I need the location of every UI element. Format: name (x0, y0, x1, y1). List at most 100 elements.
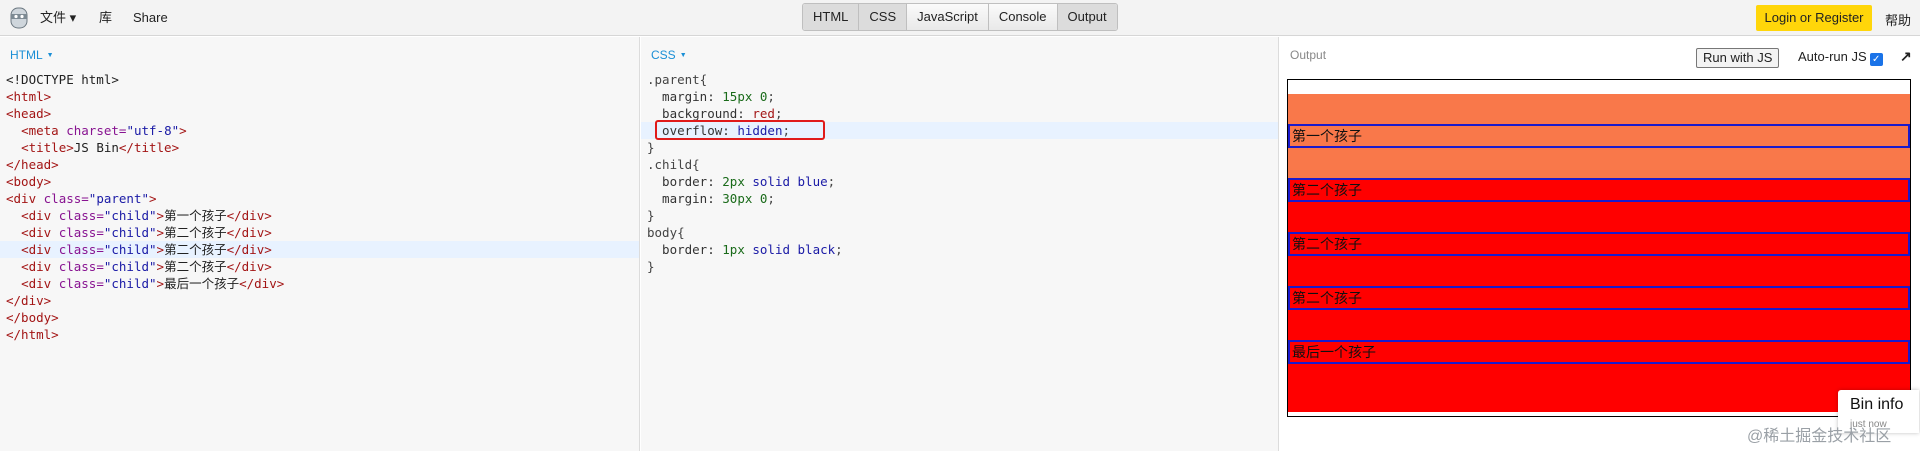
code-line[interactable]: <div class="child">第二个孩子</div> (0, 258, 639, 275)
code-line[interactable]: <head> (0, 105, 639, 122)
code-token: </div> (226, 208, 272, 223)
popout-arrow-icon[interactable]: ↗ (1900, 48, 1912, 65)
code-token: class= (58, 208, 104, 223)
code-token: ; (827, 174, 836, 189)
code-line[interactable]: <meta charset="utf-8"> (0, 122, 639, 139)
code-token: "child" (103, 276, 157, 291)
code-token: 15px 0 (722, 89, 768, 104)
library-menu[interactable]: 库 (99, 10, 112, 26)
code-line[interactable]: </body> (0, 309, 639, 326)
code-token: </div> (226, 242, 272, 257)
css-panel-title[interactable]: CSS ▼ (651, 48, 687, 62)
code-token: JS Bin (73, 140, 119, 155)
code-line[interactable]: } (641, 139, 1278, 156)
code-token: <meta (21, 123, 67, 138)
code-line[interactable]: <div class="child">第二个孩子</div> (0, 224, 639, 241)
code-token: solid blue (744, 174, 828, 189)
autorun-toggle[interactable]: Auto-run JS ✓ (1798, 49, 1883, 66)
code-line[interactable]: body{ (641, 224, 1278, 241)
code-token: </html> (6, 327, 59, 342)
child-block: 第一个孩子 (1288, 124, 1910, 148)
code-token: <head> (6, 106, 52, 121)
code-token: > (179, 123, 187, 138)
dropdown-caret-icon: ▼ (679, 52, 687, 59)
code-token: ; (835, 242, 843, 257)
html-panel-title[interactable]: HTML ▼ (10, 48, 54, 62)
code-line[interactable]: margin: 15px 0; (641, 88, 1278, 105)
code-token: 第二个孩子 (164, 225, 227, 240)
css-editor-panel[interactable]: CSS ▼ .parent{ margin: 15px 0; background… (641, 37, 1279, 451)
code-line[interactable]: </head> (0, 156, 639, 173)
code-line[interactable]: </html> (0, 326, 639, 343)
code-token: > (156, 242, 165, 257)
top-toolbar: 文件 ▾ 库 Share HTML CSS JavaScript Console… (0, 0, 1920, 36)
html-panel-title-label: HTML (10, 48, 43, 62)
code-line[interactable]: margin: 30px 0; (641, 190, 1278, 207)
code-line[interactable]: <!DOCTYPE html> (0, 71, 639, 88)
file-menu[interactable]: 文件 ▾ (40, 10, 76, 26)
tab-javascript[interactable]: JavaScript (907, 4, 989, 30)
code-token: "child" (103, 259, 157, 274)
code-token: <div (6, 191, 44, 206)
code-line[interactable]: <div class="child">最后一个孩子</div> (0, 275, 639, 292)
code-token: border: (647, 174, 723, 189)
code-line[interactable]: <div class="child">第一个孩子</div> (0, 207, 639, 224)
code-line[interactable]: </div> (0, 292, 639, 309)
tab-css[interactable]: CSS (859, 4, 908, 30)
tab-console[interactable]: Console (988, 4, 1058, 30)
code-token: background: (647, 106, 753, 121)
code-token: <body> (6, 174, 52, 189)
code-token: </div> (226, 225, 272, 240)
code-line[interactable]: <title>JS Bin</title> (0, 139, 639, 156)
code-token: "child" (103, 225, 157, 240)
tab-html[interactable]: HTML (803, 4, 860, 30)
code-token: </div> (239, 276, 285, 291)
parent-block: 第一个孩子 第二个孩子 第二个孩子 第二个孩子 最后一个孩子 (1288, 94, 1910, 412)
css-code-area[interactable]: .parent{ margin: 15px 0; background: red… (641, 71, 1278, 275)
code-token: body{ (647, 225, 685, 240)
code-line[interactable]: <div class="child">第二个孩子</div> (0, 241, 639, 258)
code-line[interactable]: border: 2px solid blue; (641, 173, 1278, 190)
tab-output[interactable]: Output (1057, 4, 1117, 30)
html-code-area[interactable]: <!DOCTYPE html> <html> <head> <meta charse… (0, 71, 639, 343)
code-line[interactable]: overflow: hidden; (641, 122, 1278, 139)
code-token: <div (21, 225, 59, 240)
code-token: > (156, 225, 165, 240)
code-line[interactable]: } (641, 207, 1278, 224)
login-register-button[interactable]: Login or Register (1756, 5, 1872, 31)
code-token: <div (21, 259, 59, 274)
code-line[interactable]: background: red; (641, 105, 1278, 122)
html-editor-panel[interactable]: HTML ▼ <!DOCTYPE html> <html> <head> <meta … (0, 37, 640, 451)
code-line[interactable]: } (641, 258, 1278, 275)
checkbox-checked-icon[interactable]: ✓ (1869, 53, 1883, 66)
code-token: overflow: (647, 123, 738, 138)
code-line[interactable]: <div class="parent"> (0, 190, 639, 207)
code-token: "child" (103, 208, 157, 223)
code-line[interactable]: .child{ (641, 156, 1278, 173)
code-token: <div (21, 276, 59, 291)
jsbin-logo-icon[interactable] (8, 6, 30, 30)
code-line[interactable]: <body> (0, 173, 639, 190)
code-token: "utf-8" (126, 123, 180, 138)
code-token: 2px (722, 174, 745, 189)
code-token: > (156, 259, 165, 274)
code-token: .child{ (647, 157, 700, 172)
code-token: <html> (6, 89, 52, 104)
code-token: 第一个孩子 (164, 208, 227, 223)
code-token: } (647, 259, 655, 274)
code-token: 第二个孩子 (164, 242, 227, 257)
help-menu[interactable]: 帮助 (1885, 10, 1911, 29)
run-with-js-button[interactable]: Run with JS (1696, 48, 1780, 68)
bin-info-title: Bin info (1850, 396, 1904, 413)
code-token: > (149, 191, 157, 206)
code-line[interactable]: border: 1px solid black; (641, 241, 1278, 258)
code-line[interactable]: .parent{ (641, 71, 1278, 88)
code-token: class= (58, 225, 104, 240)
autorun-label: Auto-run JS (1798, 49, 1867, 64)
code-line[interactable]: <html> (0, 88, 639, 105)
share-menu[interactable]: Share (133, 10, 168, 26)
code-token: class= (58, 259, 104, 274)
